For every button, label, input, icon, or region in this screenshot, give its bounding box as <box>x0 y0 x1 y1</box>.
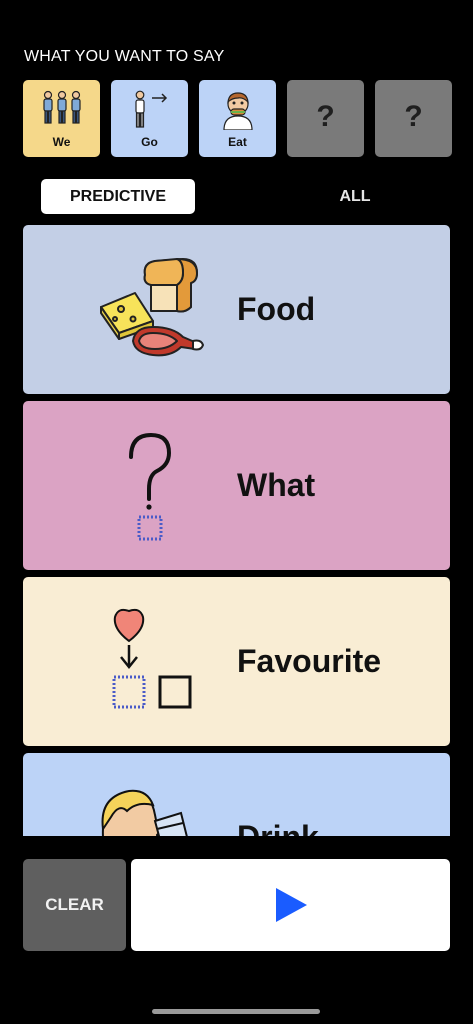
tab-all[interactable]: ALL <box>295 179 415 214</box>
suggestion-card-food[interactable]: Food <box>23 225 450 394</box>
sentence-header: WHAT YOU WANT TO SAY <box>24 48 225 65</box>
mode-tabs: PREDICTIVE ALL <box>41 179 431 214</box>
suggestion-card-label: Drink <box>237 753 319 836</box>
sentence-tile-label: Go <box>141 135 158 149</box>
sentence-tile-eat[interactable]: Eat <box>199 80 276 157</box>
sentence-slot-empty[interactable]: ? <box>287 80 364 157</box>
suggestion-card-drink[interactable]: Drink <box>23 753 450 836</box>
food-cheese-bread-meat-icon <box>100 258 204 357</box>
person-walking-arrow-icon <box>134 90 167 128</box>
tab-predictive[interactable]: PREDICTIVE <box>41 179 195 214</box>
bottom-bar: CLEAR <box>23 859 450 951</box>
suggestion-card-favourite[interactable]: Favourite <box>23 577 450 746</box>
sentence-slot-empty[interactable]: ? <box>375 80 452 157</box>
sentence-tile-label: We <box>52 135 71 149</box>
heart-favourite-icon <box>112 608 192 709</box>
home-indicator[interactable] <box>152 1009 320 1014</box>
sentence-tile-go[interactable]: Go <box>111 80 188 157</box>
question-mark-icon: ? <box>404 100 423 133</box>
play-icon <box>276 888 307 922</box>
clear-button[interactable]: CLEAR <box>23 859 126 951</box>
person-drinking-icon <box>101 789 188 836</box>
question-mark-icon: ? <box>316 100 335 133</box>
suggestion-card-label: What <box>237 467 316 503</box>
question-mark-icon <box>129 432 172 541</box>
speak-button[interactable] <box>131 859 450 951</box>
person-eating-icon <box>222 92 253 130</box>
suggestion-card-what[interactable]: What <box>23 401 450 570</box>
sentence-strip: We Go Eat ? ? <box>23 80 452 157</box>
suggestion-list[interactable]: Food What Favourite Dr <box>23 225 450 836</box>
sentence-tile-we[interactable]: We <box>23 80 100 157</box>
sentence-tile-label: Eat <box>228 135 247 149</box>
people-group-icon <box>42 90 81 124</box>
suggestion-card-label: Food <box>237 291 316 327</box>
suggestion-card-label: Favourite <box>237 643 382 679</box>
